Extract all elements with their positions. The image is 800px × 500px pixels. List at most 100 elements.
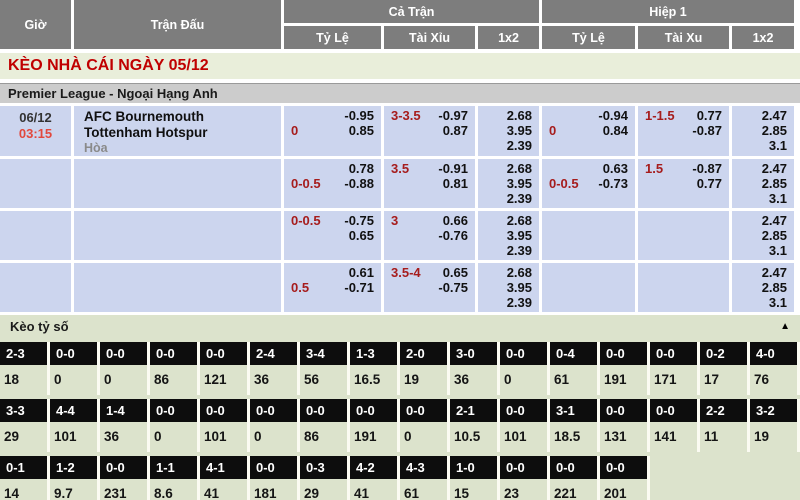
score-odds-value[interactable]: 29 [300, 479, 350, 500]
ft-handicap-cell[interactable]: -0.9500.85 [284, 106, 381, 156]
match-teams-cell[interactable]: AFC BournemouthTottenham HotspurHòa [74, 106, 281, 156]
score-odds-value[interactable]: 56 [300, 365, 350, 395]
score-odds-value[interactable]: 0 [50, 365, 100, 395]
score-odds-value[interactable]: 191 [600, 365, 650, 395]
score-odds-value[interactable]: 86 [300, 422, 350, 452]
h1-handicap-cell [542, 263, 635, 312]
h1-overunder-cell[interactable]: 1.5-0.870.77 [638, 159, 729, 208]
score-label: 1-2 [50, 456, 100, 479]
ft-handicap-cell[interactable]: 0.610.5-0.71 [284, 263, 381, 312]
score-label: 3-1 [550, 399, 600, 422]
odds-value: -0.88 [344, 176, 374, 191]
h1-handicap-cell[interactable]: 0.630-0.5-0.73 [542, 159, 635, 208]
home-team-name[interactable]: AFC Bournemouth [84, 109, 281, 125]
score-label: 0-0 [200, 399, 250, 422]
match-date: 06/12 [0, 110, 71, 126]
score-odds-value[interactable]: 0 [500, 365, 550, 395]
ft-handicap-cell[interactable]: 0.780-0.5-0.88 [284, 159, 381, 208]
score-odds-value[interactable]: 15 [450, 479, 500, 500]
h1-1x2-cell[interactable]: 2.472.853.1 [732, 211, 794, 260]
score-odds-value[interactable]: 18.5 [550, 422, 600, 452]
score-odds-value[interactable]: 36 [450, 365, 500, 395]
score-odds-value[interactable]: 29 [0, 422, 50, 452]
odds-value: 0.81 [443, 176, 468, 191]
ft-1x2-cell[interactable]: 2.683.952.39 [478, 159, 539, 208]
h1-1x2-cell[interactable]: 2.472.853.1 [732, 263, 794, 312]
score-odds-value[interactable]: 121 [200, 365, 250, 395]
score-odds-value[interactable]: 101 [50, 422, 100, 452]
score-odds-value[interactable]: 18 [0, 365, 50, 395]
score-label: 2-4 [250, 342, 300, 365]
match-teams-cell [74, 263, 281, 312]
score-odds-value[interactable]: 191 [350, 422, 400, 452]
score-odds-value[interactable]: 141 [650, 422, 700, 452]
ft-1x2-cell[interactable]: 2.683.952.39 [478, 263, 539, 312]
score-label: 0-0 [100, 456, 150, 479]
odds-value: 0.85 [349, 123, 374, 138]
collapse-triangle-icon[interactable]: ▲ [780, 321, 790, 332]
ft-1x2-cell[interactable]: 2.683.952.39 [478, 106, 539, 156]
score-odds-value[interactable]: 181 [250, 479, 300, 500]
score-odds-value[interactable]: 0 [250, 422, 300, 452]
score-label: 0-0 [600, 399, 650, 422]
score-label: 0-0 [200, 342, 250, 365]
score-odds-value[interactable]: 41 [350, 479, 400, 500]
ft-overunder-cell[interactable]: 3-3.5-0.970.87 [384, 106, 475, 156]
ft-1x2-cell[interactable]: 2.683.952.39 [478, 211, 539, 260]
odds-value: 2.85 [732, 123, 794, 138]
ft-overunder-cell[interactable]: 30.66-0.76 [384, 211, 475, 260]
score-odds-value[interactable]: 36 [250, 365, 300, 395]
odds-value: 2.47 [732, 213, 794, 228]
score-odds-value[interactable]: 231 [100, 479, 150, 500]
score-odds-value[interactable]: 201 [600, 479, 650, 500]
score-odds-value[interactable]: 86 [150, 365, 200, 395]
score-odds-value[interactable]: 0 [150, 422, 200, 452]
h1-1x2-cell[interactable]: 2.472.853.1 [732, 159, 794, 208]
column-header-match: Trận Đấu [74, 0, 281, 49]
score-odds-value[interactable]: 23 [500, 479, 550, 500]
score-odds-value[interactable]: 17 [700, 365, 750, 395]
score-odds-value[interactable]: 8.6 [150, 479, 200, 500]
odds-value: 2.47 [732, 265, 794, 280]
score-odds-value[interactable]: 171 [650, 365, 700, 395]
score-odds-value[interactable]: 41 [200, 479, 250, 500]
score-odds-value[interactable]: 76 [750, 365, 800, 395]
score-odds-value[interactable]: 19 [400, 365, 450, 395]
h1-overunder-cell[interactable]: 1-1.50.77-0.87 [638, 106, 729, 156]
away-team-name[interactable]: Tottenham Hotspur [84, 125, 281, 141]
ft-handicap-cell[interactable]: 0-0.5-0.750.65 [284, 211, 381, 260]
odds-value: 3.95 [478, 123, 539, 138]
h1-handicap-cell[interactable]: -0.9400.84 [542, 106, 635, 156]
score-odds-value[interactable]: 10.5 [450, 422, 500, 452]
score-odds-value[interactable]: 0 [100, 365, 150, 395]
score-odds-value[interactable]: 9.7 [50, 479, 100, 500]
score-odds-value[interactable]: 61 [550, 365, 600, 395]
score-odds-value[interactable]: 36 [100, 422, 150, 452]
score-odds-value[interactable]: 14 [0, 479, 50, 500]
score-label: 2-2 [700, 399, 750, 422]
league-section-header[interactable]: Premier League - Ngoại Hạng Anh [0, 83, 800, 103]
score-odds-value[interactable]: 19 [750, 422, 800, 452]
score-odds-row: 149.72318.6411812941611523221201 [0, 479, 800, 500]
score-section-header[interactable]: Kèo tỷ số ▲ [0, 315, 800, 337]
odds-value: 2.68 [478, 161, 539, 176]
h1-1x2-cell[interactable]: 2.472.853.1 [732, 106, 794, 156]
ft-overunder-cell[interactable]: 3.5-40.65-0.75 [384, 263, 475, 312]
score-odds-value[interactable]: 221 [550, 479, 600, 500]
score-odds-value[interactable]: 11 [700, 422, 750, 452]
score-odds-value[interactable]: 101 [500, 422, 550, 452]
score-odds-value[interactable]: 101 [200, 422, 250, 452]
score-odds-value[interactable]: 61 [400, 479, 450, 500]
score-label: 0-0 [350, 399, 400, 422]
score-odds-value[interactable]: 16.5 [350, 365, 400, 395]
column-header-ft-handicap: Tỷ Lệ [284, 26, 381, 49]
odds-grid: 06/1203:15AFC BournemouthTottenham Hotsp… [0, 106, 800, 312]
match-time-cell [0, 211, 71, 260]
score-label: 0-0 [150, 399, 200, 422]
ft-overunder-cell[interactable]: 3.5-0.910.81 [384, 159, 475, 208]
score-odds-value[interactable]: 131 [600, 422, 650, 452]
odds-value: 0.77 [697, 108, 722, 123]
score-odds-value[interactable]: 0 [400, 422, 450, 452]
odds-value: 3.95 [478, 176, 539, 191]
score-label: 0-0 [400, 399, 450, 422]
